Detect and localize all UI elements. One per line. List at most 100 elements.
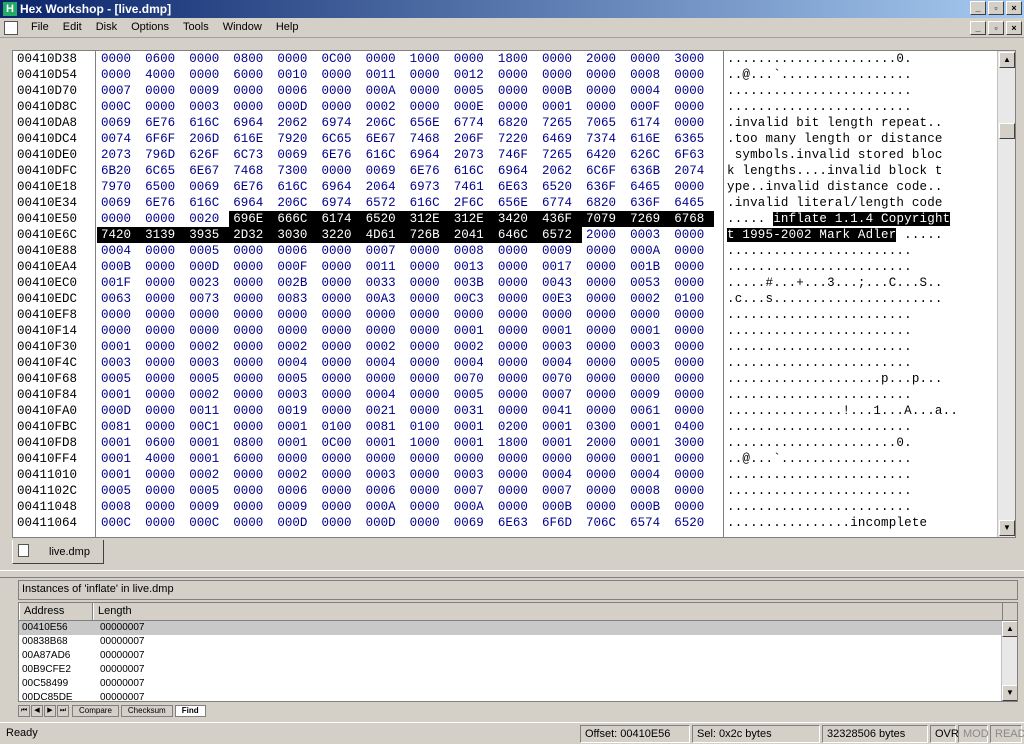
find-results-list[interactable]: Address Length 00410E56 00000007 00838B68 0… <box>18 602 1018 702</box>
row-ascii[interactable]: ........................ <box>727 467 912 483</box>
hex-word[interactable]: 2073 <box>450 147 494 163</box>
hex-word[interactable]: 0001 <box>450 435 494 451</box>
find-result-row[interactable]: 00C58499 00000007 <box>19 677 1017 691</box>
hex-word[interactable]: 0001 <box>626 323 670 339</box>
hex-word[interactable]: 0001 <box>450 419 494 435</box>
find-result-row[interactable]: 00B9CFE2 00000007 <box>19 663 1017 677</box>
hex-word[interactable]: 0000 <box>582 467 626 483</box>
hex-word[interactable]: 0800 <box>229 51 273 67</box>
hex-word[interactable]: 0000 <box>450 51 494 67</box>
hex-word[interactable]: 3000 <box>670 51 714 67</box>
hex-word[interactable]: 0000 <box>141 83 185 99</box>
hex-word[interactable]: 0002 <box>185 387 229 403</box>
hex-word[interactable]: 0000 <box>229 419 273 435</box>
hex-word[interactable]: 2000 <box>582 51 626 67</box>
hex-word[interactable]: 2064 <box>362 179 406 195</box>
hex-word[interactable]: 6E67 <box>185 163 229 179</box>
hex-word[interactable]: 6820 <box>582 195 626 211</box>
hex-word[interactable]: 0000 <box>582 355 626 371</box>
hex-word[interactable]: 7468 <box>406 131 450 147</box>
hex-row[interactable]: 00410EDC 0063 0000 0073 0000 0083 0000 00A3 0000… <box>13 291 997 307</box>
hex-word[interactable]: 0008 <box>450 243 494 259</box>
document-tab[interactable]: live.dmp <box>12 540 104 564</box>
hex-word[interactable]: 0023 <box>185 275 229 291</box>
hex-word[interactable]: 616C <box>450 163 494 179</box>
hex-word[interactable]: 0000 <box>582 483 626 499</box>
hex-word[interactable]: 0000 <box>97 307 141 323</box>
hex-word[interactable]: 0001 <box>97 387 141 403</box>
hex-word[interactable]: 0000 <box>626 51 670 67</box>
hex-word[interactable]: 0007 <box>450 483 494 499</box>
row-ascii[interactable]: ........................ <box>727 419 912 435</box>
hex-row[interactable]: 00410EA4 000B 0000 000D 0000 000F 0000 0011 0000… <box>13 259 997 275</box>
hex-word[interactable]: 0081 <box>362 419 406 435</box>
hex-word[interactable]: 001B <box>626 259 670 275</box>
hex-word[interactable]: 000D <box>273 515 317 531</box>
hex-word[interactable]: 0007 <box>538 387 582 403</box>
hex-word[interactable]: 000A <box>626 243 670 259</box>
hex-word[interactable]: 0000 <box>97 211 141 227</box>
hex-word[interactable]: 0000 <box>670 115 714 131</box>
hex-word[interactable]: 0000 <box>229 515 273 531</box>
hex-word[interactable]: 0000 <box>406 243 450 259</box>
hex-word[interactable]: 7461 <box>450 179 494 195</box>
hex-word[interactable]: 206C <box>362 115 406 131</box>
hex-word[interactable]: 0000 <box>494 483 538 499</box>
hex-row[interactable]: 00410EC0 001F 0000 0023 0000 002B 0000 0033 0000… <box>13 275 997 291</box>
hex-word[interactable]: 636F <box>626 195 670 211</box>
hex-row[interactable]: 00410FBC 0081 0000 00C1 0000 0001 0100 0081 0100… <box>13 419 997 435</box>
hex-word[interactable]: 0000 <box>317 259 361 275</box>
scroll-up-arrow-icon[interactable]: ▲ <box>999 52 1015 68</box>
hex-word[interactable]: 636F <box>582 179 626 195</box>
first-tab-arrow-icon[interactable]: ⏮ <box>18 705 30 717</box>
hex-word[interactable]: 0004 <box>538 467 582 483</box>
hex-word[interactable]: 0000 <box>317 243 361 259</box>
row-ascii[interactable]: ........................ <box>727 339 912 355</box>
hex-word[interactable]: 0004 <box>538 355 582 371</box>
hex-word[interactable]: 0000 <box>317 515 361 531</box>
hex-word[interactable]: 4000 <box>141 451 185 467</box>
row-ascii[interactable]: ........................ <box>727 387 912 403</box>
hex-word[interactable]: 6F6D <box>538 515 582 531</box>
hex-word[interactable]: 0008 <box>626 67 670 83</box>
row-ascii[interactable]: ....................p...p... <box>727 371 943 387</box>
hex-word[interactable]: 0005 <box>273 371 317 387</box>
hex-word[interactable]: 0002 <box>185 467 229 483</box>
row-ascii[interactable]: ...............!...1...A...a.. <box>727 403 958 419</box>
hex-word[interactable]: 0009 <box>538 243 582 259</box>
hex-word[interactable]: 0007 <box>538 483 582 499</box>
hex-word[interactable]: 0081 <box>97 419 141 435</box>
hex-word[interactable]: 000D <box>362 515 406 531</box>
hex-word[interactable]: 0000 <box>317 499 361 515</box>
hex-word[interactable]: 0000 <box>670 387 714 403</box>
hex-word[interactable]: 0001 <box>626 419 670 435</box>
hex-word[interactable]: 0000 <box>494 99 538 115</box>
hex-word[interactable]: 6500 <box>141 179 185 195</box>
menu-tools[interactable]: Tools <box>176 21 216 33</box>
hex-word[interactable]: 0003 <box>450 467 494 483</box>
hex-word[interactable]: 0000 <box>362 371 406 387</box>
hex-word[interactable]: 002B <box>273 275 317 291</box>
hex-word[interactable]: 0001 <box>538 419 582 435</box>
hex-word[interactable]: 3420 <box>493 211 538 227</box>
hex-word[interactable]: 6520 <box>670 515 714 531</box>
find-result-row[interactable]: 00410E56 00000007 <box>19 621 1017 635</box>
hex-word[interactable]: 2074 <box>670 163 714 179</box>
hex-word[interactable]: 7265 <box>538 147 582 163</box>
menu-help[interactable]: Help <box>269 21 306 33</box>
hex-word[interactable]: 3139 <box>141 227 186 243</box>
hex-word[interactable]: 0043 <box>538 275 582 291</box>
hex-word[interactable]: 0003 <box>185 99 229 115</box>
hex-word[interactable]: 0074 <box>97 131 141 147</box>
hex-word[interactable]: 0000 <box>185 51 229 67</box>
hex-word[interactable]: 0031 <box>450 403 494 419</box>
last-tab-arrow-icon[interactable]: ⏭ <box>57 705 69 717</box>
hex-word[interactable]: 0003 <box>273 387 317 403</box>
hex-word[interactable]: 0003 <box>362 467 406 483</box>
hex-word[interactable]: 0000 <box>670 403 714 419</box>
hex-row[interactable]: 00410DE0 2073 796D 626F 6C73 0069 6E76 616C 6964… <box>13 147 997 163</box>
hex-word[interactable]: 0001 <box>97 467 141 483</box>
hex-word[interactable]: 0000 <box>273 323 317 339</box>
hex-word[interactable]: 6974 <box>317 115 361 131</box>
hex-word[interactable]: 001F <box>97 275 141 291</box>
